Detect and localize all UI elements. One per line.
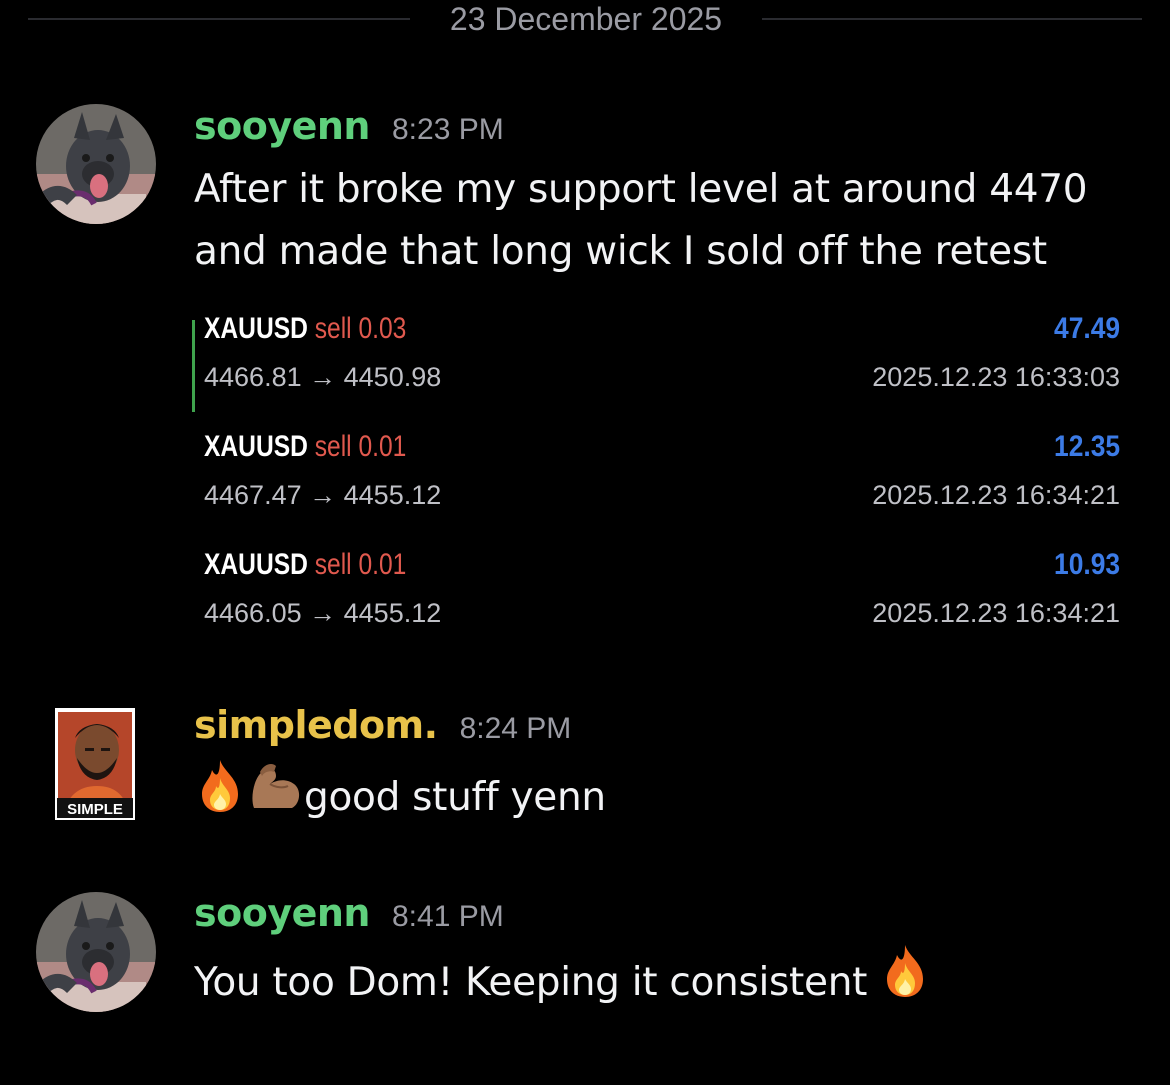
trade-profit: 12.35 (1053, 430, 1120, 463)
divider-line-left (28, 18, 410, 20)
trade-prices: 4466.05 → 4455.12 (204, 598, 442, 628)
avatar[interactable]: SIMPLE (55, 708, 135, 820)
trade-datetime: 2025.12.23 16:33:03 (872, 362, 1120, 392)
trade-symbol: XAUUSD sell 0.01 (204, 430, 407, 463)
timestamp: 8:41 PM (391, 900, 504, 933)
message-body: good stuff yenn (194, 760, 1144, 837)
timestamp: 8:24 PM (459, 712, 572, 745)
message-text: After it broke my support level at aroun… (194, 167, 1088, 274)
fire-emoji (194, 758, 246, 833)
fire-emoji (879, 943, 931, 1018)
avatar[interactable] (36, 892, 156, 1012)
trade-list: XAUUSD sell 0.03 4466.81 → 4450.98 47.49… (192, 310, 1122, 664)
message-header: sooyenn 8:41 PM (194, 891, 504, 941)
trade-prices: 4466.81 → 4450.98 (204, 362, 442, 392)
username[interactable]: simpledom. (194, 703, 438, 747)
trade-row: XAUUSD sell 0.03 4466.81 → 4450.98 47.49… (192, 310, 1122, 428)
message-text: You too Dom! Keeping it consistent (194, 960, 868, 1005)
avatar-label: SIMPLE (67, 801, 123, 818)
divider-line-right (762, 18, 1142, 20)
username[interactable]: sooyenn (194, 891, 370, 935)
flexed-biceps-emoji (246, 758, 304, 833)
username[interactable]: sooyenn (194, 104, 370, 148)
selected-indicator (192, 320, 195, 412)
date-divider: 23 December 2025 (0, 0, 1170, 40)
trade-symbol: XAUUSD sell 0.03 (204, 312, 407, 345)
trade-datetime: 2025.12.23 16:34:21 (872, 598, 1120, 628)
date-label: 23 December 2025 (449, 1, 723, 37)
trade-profit: 47.49 (1053, 312, 1120, 345)
message-body: You too Dom! Keeping it consistent (194, 945, 1144, 1022)
trade-row: XAUUSD sell 0.01 4466.05 → 4455.12 10.93… (192, 546, 1122, 664)
trade-prices: 4467.47 → 4455.12 (204, 480, 442, 510)
message-text: good stuff yenn (304, 775, 606, 820)
trade-symbol: XAUUSD sell 0.01 (204, 548, 407, 581)
avatar[interactable] (36, 104, 156, 224)
trade-row: XAUUSD sell 0.01 4467.47 → 4455.12 12.35… (192, 428, 1122, 546)
trade-datetime: 2025.12.23 16:34:21 (872, 480, 1120, 510)
message-header: sooyenn 8:23 PM (194, 104, 504, 154)
message-header: simpledom. 8:24 PM (194, 703, 571, 753)
timestamp: 8:23 PM (391, 113, 504, 146)
trade-profit: 10.93 (1053, 548, 1120, 581)
